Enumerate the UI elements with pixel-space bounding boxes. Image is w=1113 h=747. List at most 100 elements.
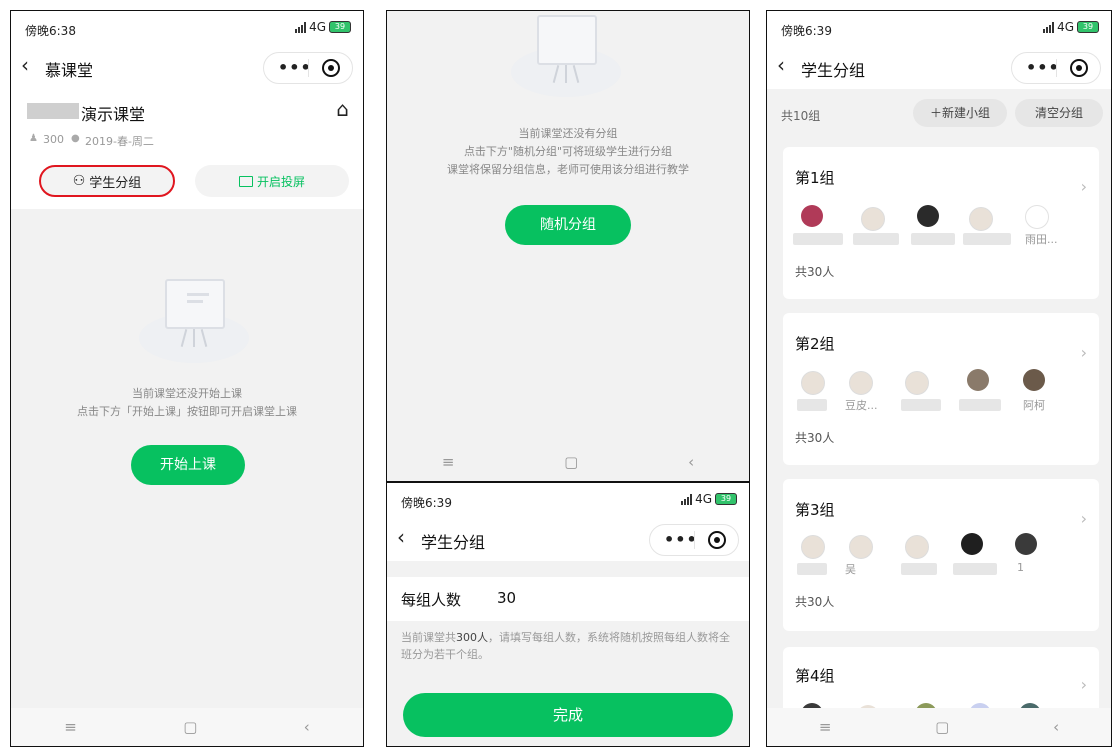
nav-bar: ‹ 慕课堂 ••• bbox=[11, 45, 363, 89]
avatar bbox=[905, 535, 929, 559]
network-label: 4G bbox=[1057, 20, 1074, 34]
status-bar: 傍晚6:38 4G 39 bbox=[11, 11, 363, 45]
random-group-button[interactable]: 随机分组 bbox=[505, 205, 631, 245]
capsule-divider bbox=[694, 531, 695, 549]
done-button[interactable]: 完成 bbox=[403, 693, 733, 737]
avatar bbox=[849, 535, 873, 559]
projection-button-label: 开启投屏 bbox=[256, 174, 305, 189]
group-icon: ⚇ bbox=[72, 173, 86, 189]
signal-icon bbox=[681, 493, 693, 505]
capsule-divider bbox=[1056, 59, 1057, 77]
page-title: 学生分组 bbox=[801, 61, 866, 80]
home-key-icon[interactable]: ▢ bbox=[183, 718, 197, 736]
empty-hint-1: 当前课堂还没开始上课 bbox=[132, 387, 242, 400]
back-icon[interactable]: ‹ bbox=[777, 53, 785, 77]
back-key-icon[interactable]: ‹ bbox=[1053, 718, 1059, 736]
illustration-leg bbox=[565, 65, 567, 83]
chevron-right-icon: › bbox=[1080, 509, 1087, 528]
name-redacted bbox=[911, 233, 955, 245]
menu-key-icon[interactable]: ≡ bbox=[819, 718, 832, 736]
screen-no-groups: 当前课堂还没有分组 点击下方"随机分组"可将班级学生进行分组 课堂将保留分组信息… bbox=[386, 10, 750, 482]
member-name: 豆皮... bbox=[845, 399, 878, 412]
group-title: 第2组 bbox=[795, 335, 835, 353]
empty-hint-2: 点击下方「开始上课」按钮即可开启课堂上课 bbox=[77, 405, 297, 418]
group-card[interactable]: 第3组 › 吴 1 共30人 bbox=[783, 479, 1099, 631]
group-count: 共30人 bbox=[795, 595, 835, 609]
network-label: 4G bbox=[695, 492, 712, 506]
battery-icon: 39 bbox=[329, 21, 351, 33]
group-count: 共30人 bbox=[795, 431, 835, 445]
mini-program-capsule: ••• bbox=[1011, 52, 1101, 84]
member-name: 吴 bbox=[845, 563, 856, 576]
group-title: 第4组 bbox=[795, 667, 835, 685]
close-target-icon[interactable] bbox=[708, 531, 726, 549]
battery-icon: 39 bbox=[1077, 21, 1099, 33]
illustration-line bbox=[187, 300, 203, 303]
back-key-icon[interactable]: ‹ bbox=[688, 453, 694, 471]
no-group-hint-3: 课堂将保留分组信息，老师可使用该分组进行教学 bbox=[447, 163, 689, 176]
member-name: 阿柯 bbox=[1023, 399, 1045, 412]
menu-key-icon[interactable]: ≡ bbox=[64, 718, 77, 736]
more-icon[interactable]: ••• bbox=[278, 58, 312, 77]
home-key-icon[interactable]: ▢ bbox=[935, 718, 949, 736]
avatar bbox=[967, 369, 989, 391]
start-class-button[interactable]: 开始上课 bbox=[131, 445, 245, 485]
name-redacted bbox=[959, 399, 1001, 411]
capsule-divider bbox=[308, 59, 309, 77]
page-title: 学生分组 bbox=[421, 533, 486, 552]
more-icon[interactable]: ••• bbox=[664, 530, 698, 549]
status-indicators: 4G 39 bbox=[295, 20, 351, 34]
screen-classroom: 傍晚6:38 4G 39 ‹ 慕课堂 ••• 演示课堂 ⌂ ♟ 300 ● 20… bbox=[10, 10, 364, 747]
signal-icon bbox=[1043, 21, 1055, 33]
more-icon[interactable]: ••• bbox=[1026, 58, 1060, 77]
back-icon[interactable]: ‹ bbox=[21, 53, 29, 77]
avatar bbox=[1023, 369, 1045, 391]
group-button[interactable]: ⚇ 学生分组 bbox=[39, 165, 175, 197]
new-group-button[interactable]: ＋新建小组 bbox=[913, 99, 1007, 127]
avatar bbox=[1025, 205, 1049, 229]
home-icon[interactable]: ⌂ bbox=[336, 97, 349, 121]
status-indicators: 4G 39 bbox=[681, 492, 737, 506]
status-bar: 傍晚6:39 4G 39 bbox=[767, 11, 1111, 45]
name-redacted bbox=[953, 563, 997, 575]
member-name: 雨田... bbox=[1025, 233, 1058, 246]
chevron-right-icon: › bbox=[1080, 343, 1087, 362]
group-card[interactable]: 第1组 › 雨田... 共30人 bbox=[783, 147, 1099, 299]
avatar bbox=[849, 371, 873, 395]
back-icon[interactable]: ‹ bbox=[397, 525, 405, 549]
group-title: 第3组 bbox=[795, 501, 835, 519]
group-title: 第1组 bbox=[795, 169, 835, 187]
name-redacted bbox=[901, 399, 941, 411]
back-key-icon[interactable]: ‹ bbox=[304, 718, 310, 736]
mini-program-capsule: ••• bbox=[263, 52, 353, 84]
group-size-row[interactable]: 每组人数 30 bbox=[387, 577, 749, 621]
battery-icon: 39 bbox=[715, 493, 737, 505]
clear-groups-button[interactable]: 清空分组 bbox=[1015, 99, 1103, 127]
projection-button[interactable]: 开启投屏 bbox=[195, 165, 349, 197]
empty-state-area: 当前课堂还没开始上课 点击下方「开始上课」按钮即可开启课堂上课 开始上课 bbox=[11, 209, 363, 708]
student-count: 300 bbox=[43, 133, 64, 146]
illustration-line bbox=[187, 293, 209, 296]
group-size-label: 每组人数 bbox=[401, 591, 462, 609]
group-button-label: 学生分组 bbox=[89, 175, 142, 191]
signal-icon bbox=[295, 21, 307, 33]
close-target-icon[interactable] bbox=[1070, 59, 1088, 77]
screen-icon bbox=[238, 175, 253, 187]
status-time: 傍晚6:38 bbox=[25, 24, 76, 38]
avatar bbox=[969, 207, 993, 231]
close-target-icon[interactable] bbox=[322, 59, 340, 77]
network-label: 4G bbox=[309, 20, 326, 34]
no-group-hint-2: 点击下方"随机分组"可将班级学生进行分组 bbox=[463, 145, 673, 158]
screen-group-list: 傍晚6:39 4G 39 ‹ 学生分组 ••• 共10组 ＋新建小组 清空分组 … bbox=[766, 10, 1112, 747]
name-redacted bbox=[797, 399, 827, 411]
group-size-input[interactable]: 30 bbox=[497, 589, 516, 607]
clock-icon: ● bbox=[71, 133, 80, 144]
home-key-icon[interactable]: ▢ bbox=[564, 453, 578, 471]
system-nav-bar: ≡ ▢ ‹ bbox=[387, 443, 749, 481]
menu-key-icon[interactable]: ≡ bbox=[442, 453, 455, 471]
group-total: 共10组 bbox=[781, 109, 821, 123]
group-card[interactable]: 第2组 › 豆皮... 阿柯 共30人 bbox=[783, 313, 1099, 465]
screen-group-size: 傍晚6:39 4G 39 ‹ 学生分组 ••• 每组人数 30 当前课堂共300… bbox=[386, 482, 750, 747]
status-time: 傍晚6:39 bbox=[781, 24, 832, 38]
chevron-right-icon: › bbox=[1080, 675, 1087, 694]
